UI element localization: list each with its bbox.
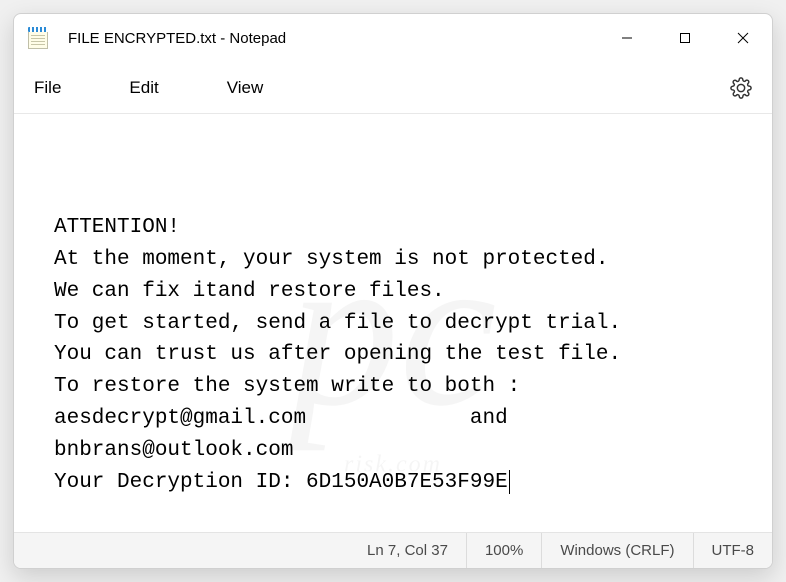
- window-controls: [598, 14, 772, 62]
- text-caret: [509, 470, 510, 494]
- text-line: aesdecrypt@gmail.com and: [54, 407, 508, 430]
- text-line: To restore the system write to both :: [54, 375, 520, 398]
- status-zoom[interactable]: 100%: [467, 533, 542, 568]
- status-encoding: UTF-8: [694, 533, 773, 568]
- maximize-button[interactable]: [656, 14, 714, 62]
- text-line: ATTENTION!: [54, 216, 180, 239]
- close-button[interactable]: [714, 14, 772, 62]
- settings-button[interactable]: [730, 77, 752, 99]
- window-title: FILE ENCRYPTED.txt - Notepad: [64, 30, 598, 47]
- text-line: You can trust us after opening the test …: [54, 343, 621, 366]
- notepad-icon: [28, 27, 48, 49]
- status-line-ending: Windows (CRLF): [542, 533, 693, 568]
- text-line: At the moment, your system is not protec…: [54, 248, 609, 271]
- text-line: Your Decryption ID: 6D150A0B7E53F99E: [54, 471, 508, 494]
- close-icon: [736, 31, 750, 45]
- menu-file[interactable]: File: [34, 78, 61, 98]
- text-line: We can fix itand restore files.: [54, 280, 445, 303]
- minimize-icon: [621, 32, 633, 44]
- gear-icon: [730, 77, 752, 99]
- menu-edit[interactable]: Edit: [129, 78, 158, 98]
- text-line: To get started, send a file to decrypt t…: [54, 312, 621, 335]
- titlebar[interactable]: FILE ENCRYPTED.txt - Notepad: [14, 14, 772, 62]
- notepad-window: FILE ENCRYPTED.txt - Notepad File Edit V…: [13, 13, 773, 569]
- menu-view[interactable]: View: [227, 78, 264, 98]
- text-line: bnbrans@outlook.com: [54, 439, 293, 462]
- status-position: Ln 7, Col 37: [349, 533, 467, 568]
- minimize-button[interactable]: [598, 14, 656, 62]
- statusbar: Ln 7, Col 37 100% Windows (CRLF) UTF-8: [14, 532, 772, 568]
- text-editor-area[interactable]: pcrisk.com ATTENTION! At the moment, you…: [14, 114, 772, 532]
- maximize-icon: [679, 32, 691, 44]
- menubar: File Edit View: [14, 62, 772, 114]
